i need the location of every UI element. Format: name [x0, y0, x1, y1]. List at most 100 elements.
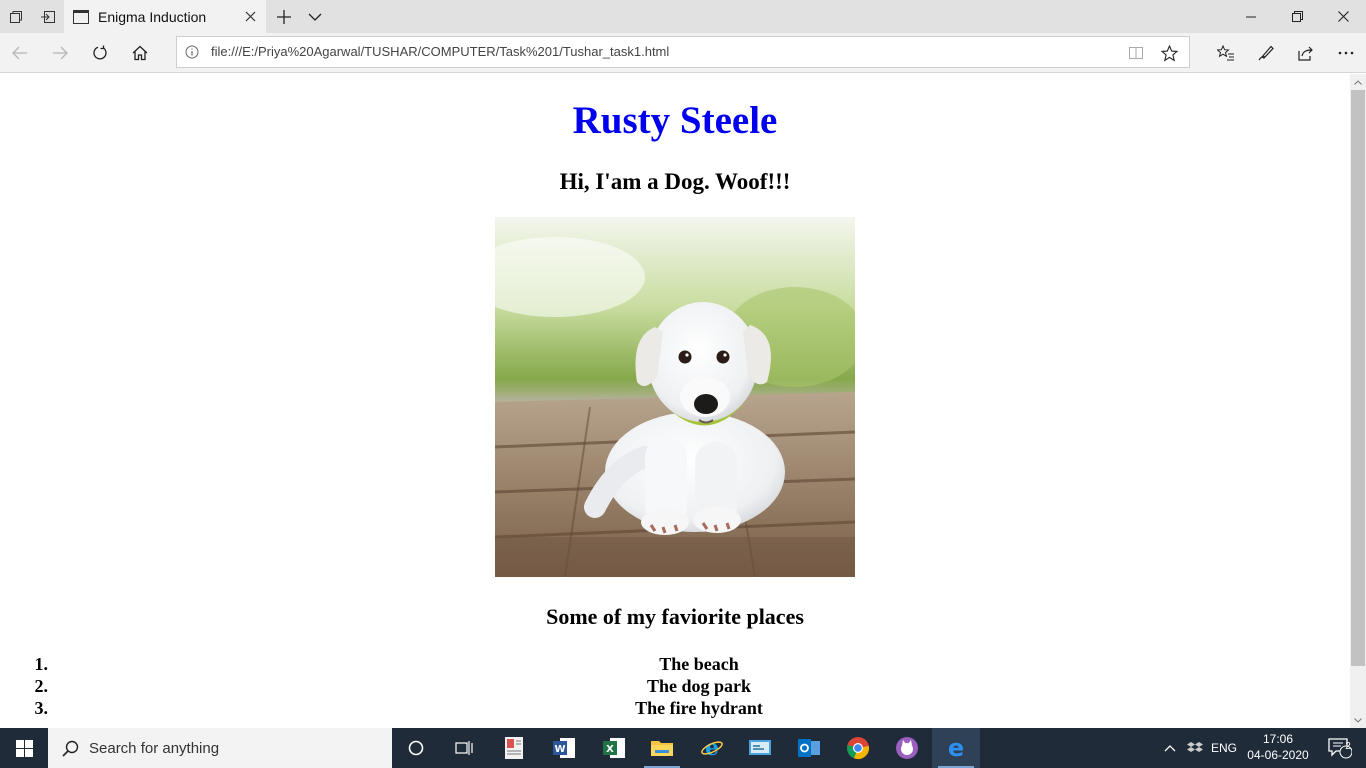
show-hidden-icons-button[interactable]: [1160, 728, 1180, 768]
forward-button[interactable]: [40, 33, 80, 73]
list-item-label: The fire hydrant: [635, 698, 763, 718]
address-bar[interactable]: file:///E:/Priya%20Agarwal/TUSHAR/COMPUT…: [176, 36, 1190, 68]
svg-text:e: e: [705, 736, 719, 760]
share-button[interactable]: [1286, 33, 1326, 73]
control-panel-icon: [749, 740, 771, 755]
taskbar-app-file[interactable]: [490, 728, 538, 768]
list-item: 3. The fire hydrant: [0, 697, 1350, 719]
taskbar-app-excel[interactable]: X: [590, 728, 638, 768]
url-text[interactable]: file:///E:/Priya%20Agarwal/TUSHAR/COMPUT…: [211, 37, 669, 67]
set-aside-tabs-icon: [10, 10, 22, 23]
taskbar-app-word[interactable]: W: [540, 728, 588, 768]
list-item-label: The dog park: [646, 676, 752, 696]
taskbar-app-github[interactable]: [883, 728, 931, 768]
minimize-button[interactable]: [1228, 0, 1274, 33]
more-button[interactable]: [1326, 33, 1366, 73]
cortana-button[interactable]: [392, 728, 440, 768]
page-viewport: Rusty Steele Hi, I'am a Dog. Woof!!! Som…: [0, 74, 1350, 728]
info-icon[interactable]: [185, 45, 199, 59]
restore-icon: [1291, 11, 1303, 22]
chevron-down-icon: [308, 13, 322, 21]
app-icon: [896, 737, 918, 759]
close-icon: [1337, 11, 1349, 22]
scroll-thumb[interactable]: [1351, 90, 1365, 666]
minimize-icon: [1246, 16, 1256, 17]
dog-photo: [495, 217, 855, 577]
cortana-icon: [408, 740, 424, 756]
search-icon: [62, 740, 79, 757]
edge-icon: e: [948, 736, 964, 760]
favorite-button[interactable]: [1158, 42, 1180, 64]
reading-view-button[interactable]: [1125, 42, 1147, 64]
taskbar-app-internet-explorer[interactable]: e: [688, 728, 736, 768]
taskbar-app-chrome[interactable]: [834, 728, 882, 768]
list-item-label: The beach: [659, 654, 739, 674]
favorites-hub-button[interactable]: [1206, 33, 1246, 73]
share-icon: [1298, 46, 1313, 61]
file-explorer-icon: [651, 741, 673, 756]
scroll-up-button[interactable]: [1350, 74, 1366, 90]
home-button[interactable]: [120, 33, 160, 73]
clock-time: 17:06: [1262, 732, 1294, 746]
tabs-set-aside-button[interactable]: [32, 0, 64, 33]
taskbar-app-edge[interactable]: e: [932, 728, 980, 768]
vertical-scrollbar[interactable]: [1350, 74, 1366, 728]
star-icon: [1160, 44, 1178, 62]
clock[interactable]: 17:06 04-06-2020: [1240, 728, 1316, 768]
tab-close-button[interactable]: [234, 0, 266, 33]
chevron-down-icon: [1354, 717, 1362, 723]
dropbox-tray-button[interactable]: [1184, 728, 1206, 768]
notification-count: 2: [1345, 741, 1351, 752]
taskbar-app-outlook[interactable]: [785, 728, 833, 768]
close-icon: [245, 11, 255, 22]
reading-view-icon: [1129, 47, 1143, 59]
page-icon: [73, 9, 89, 24]
svg-text:W: W: [554, 744, 565, 755]
places-heading: Some of my faviorite places: [546, 604, 804, 629]
clock-date: 04-06-2020: [1247, 748, 1309, 762]
dropbox-icon: [1187, 742, 1203, 752]
scroll-down-button[interactable]: [1350, 712, 1366, 728]
navigation-bar: file:///E:/Priya%20Agarwal/TUSHAR/COMPUT…: [0, 33, 1366, 73]
task-view-icon: [455, 741, 473, 755]
taskbar-app-control-panel[interactable]: [736, 728, 784, 768]
tab-actions-button[interactable]: [0, 0, 32, 33]
page-subtitle: Hi, I'am a Dog. Woof!!!: [559, 169, 791, 194]
chevron-up-icon: [1164, 744, 1176, 751]
back-button[interactable]: [0, 33, 40, 73]
restore-button[interactable]: [1274, 0, 1320, 33]
chrome-icon: [847, 737, 869, 760]
home-icon: [132, 45, 148, 61]
svg-text:e: e: [948, 736, 964, 760]
taskbar-app-file-explorer[interactable]: [638, 728, 686, 768]
word-icon: W: [553, 738, 575, 758]
tab-title: Enigma Induction: [98, 8, 207, 25]
tab-back-icon: [41, 10, 55, 23]
puppy-image: [495, 217, 855, 577]
places-list: 1. The beach 2. The dog park 3. The fire hy…: [0, 653, 1350, 719]
refresh-button[interactable]: [80, 33, 120, 73]
list-number: 1.: [34, 654, 49, 674]
excel-icon: X: [603, 738, 625, 758]
close-window-button[interactable]: [1320, 0, 1366, 33]
tab-active[interactable]: Enigma Induction: [64, 0, 266, 33]
arrow-left-icon: [12, 46, 27, 60]
internet-explorer-icon: e: [701, 736, 723, 760]
refresh-icon: [93, 45, 107, 60]
taskbar: Search for anything W X e e ENG 17:06 04…: [0, 728, 1366, 768]
svg-text:X: X: [606, 744, 614, 755]
language-indicator[interactable]: ENG: [1208, 728, 1240, 768]
action-center-button[interactable]: 2: [1318, 728, 1362, 768]
tab-preview-button[interactable]: [299, 0, 331, 33]
list-number: 3.: [34, 698, 49, 718]
task-view-button[interactable]: [440, 728, 488, 768]
search-box[interactable]: Search for anything: [48, 728, 392, 768]
windows-icon: [15, 739, 33, 757]
pen-icon: [1258, 45, 1274, 61]
web-note-button[interactable]: [1246, 33, 1286, 73]
chevron-up-icon: [1354, 79, 1362, 85]
start-button[interactable]: [0, 728, 48, 768]
list-item: 1. The beach: [0, 653, 1350, 675]
list-number: 2.: [34, 676, 49, 696]
new-tab-button[interactable]: [268, 0, 300, 33]
